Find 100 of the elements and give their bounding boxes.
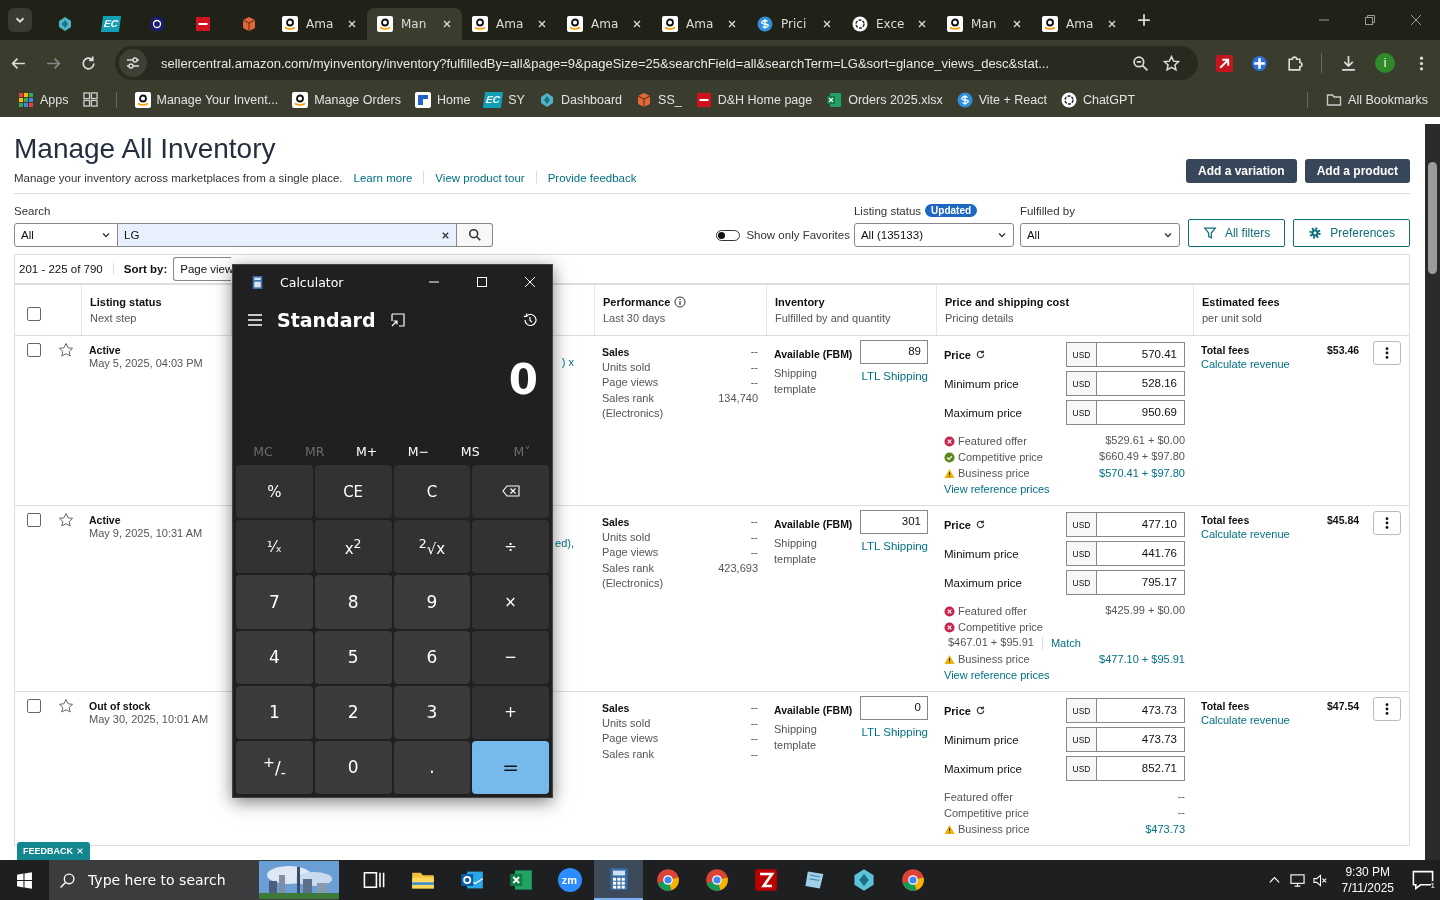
bookmark[interactable]: Orders 2025.xlsx — [826, 91, 943, 108]
browser-tab[interactable]: Ama — [462, 8, 557, 40]
bookmark[interactable]: Dashboard — [538, 91, 623, 108]
price-field[interactable]: 950.69 — [1097, 400, 1185, 425]
calculator-key[interactable]: 1 — [236, 685, 313, 739]
browser-tab[interactable]: Ama — [1032, 8, 1127, 40]
search-button[interactable] — [457, 223, 493, 247]
extensions-icon[interactable] — [1286, 54, 1304, 72]
bookmark[interactable]: Apps — [18, 91, 69, 108]
taskbar-app[interactable] — [594, 860, 643, 900]
price-field[interactable]: 473.73 — [1097, 698, 1185, 723]
price-field[interactable]: 852.71 — [1097, 756, 1185, 781]
start-icon[interactable] — [16, 871, 33, 889]
reference-prices-link[interactable]: View reference prices — [944, 667, 1185, 683]
reload-icon[interactable] — [80, 54, 97, 72]
product-link[interactable]: ) x — [561, 356, 574, 368]
calculator-key[interactable]: % — [236, 465, 313, 519]
bookmark[interactable]: EC SY — [484, 91, 525, 108]
taskbar-search-field[interactable]: Type here to search — [49, 860, 339, 900]
calculator-key[interactable]: $^{+}$/$_{-}$ — [236, 740, 313, 794]
calculator-key[interactable]: 5 — [314, 630, 392, 684]
row-menu-button[interactable] — [1373, 511, 1401, 535]
quantity-field[interactable]: 301 — [860, 510, 928, 534]
new-tab-icon[interactable] — [1137, 13, 1151, 27]
browser-tab[interactable]: Ama — [272, 8, 367, 40]
all-bookmarks-button[interactable]: All Bookmarks — [1326, 91, 1428, 108]
match-link[interactable]: Match — [1050, 635, 1081, 651]
calculator-key[interactable]: CE — [314, 465, 392, 519]
calculator-key[interactable]: 4 — [236, 630, 313, 684]
calculator-key[interactable]: 2 — [314, 685, 392, 739]
site-info-icon[interactable] — [119, 49, 147, 77]
row-checkbox[interactable] — [27, 343, 41, 357]
cross-circle-extension-icon[interactable] — [1251, 54, 1269, 72]
calculator-key[interactable]: . — [393, 740, 471, 794]
header-link[interactable]: View product tour — [435, 171, 525, 184]
listing-status-dropdown[interactable]: All (135133) — [853, 223, 1014, 247]
filter-button[interactable]: All filters — [1187, 219, 1286, 247]
scrollbar[interactable] — [1425, 124, 1440, 860]
calculator-key[interactable]: × — [472, 575, 549, 629]
browser-tab[interactable]: Prici — [747, 8, 842, 40]
network-icon[interactable] — [1289, 872, 1305, 888]
quantity-field[interactable]: 0 — [860, 696, 928, 720]
close-icon[interactable] — [1410, 14, 1422, 26]
history-icon[interactable] — [522, 312, 538, 328]
row-menu-button[interactable] — [1373, 697, 1401, 721]
search-scope-dropdown[interactable]: All — [14, 223, 118, 247]
star-icon[interactable] — [58, 512, 74, 528]
tab-groups-icon[interactable] — [82, 92, 98, 107]
calculate-revenue-link[interactable]: Calculate revenue — [1201, 358, 1317, 370]
shipping-link[interactable]: LTL Shipping — [861, 370, 928, 382]
header-button[interactable]: Add a variation — [1186, 159, 1297, 183]
menu-icon[interactable] — [247, 312, 263, 328]
browser-tab[interactable]: Man — [367, 8, 462, 40]
bookmark[interactable]: D&H Home page — [695, 91, 813, 108]
info-icon[interactable] — [674, 296, 687, 308]
calculator-key[interactable]: 8 — [314, 575, 392, 629]
memory-button[interactable]: M+ — [341, 441, 392, 461]
quantity-field[interactable]: 89 — [860, 340, 928, 364]
header-link[interactable]: Provide feedback — [547, 171, 637, 184]
browser-tab[interactable]: Exce — [842, 8, 937, 40]
shipping-link[interactable]: LTL Shipping — [861, 726, 928, 738]
memory-button[interactable]: MS — [445, 441, 496, 461]
keep-on-top-icon[interactable] — [389, 312, 406, 328]
muted-speaker-icon[interactable] — [1312, 872, 1328, 888]
bookmark[interactable]: Vite + React — [956, 91, 1047, 108]
refresh-icon[interactable] — [974, 519, 986, 530]
price-field[interactable]: 795.17 — [1097, 570, 1185, 595]
price-field[interactable]: 477.10 — [1097, 512, 1185, 537]
header-link[interactable]: Learn more — [353, 171, 413, 184]
notifications-button[interactable]: 1 — [1406, 868, 1440, 892]
calculator-key[interactable]: = — [472, 740, 549, 794]
calculator-key[interactable]: ¹⁄ₓ — [236, 520, 313, 574]
calculator-key[interactable]: 9 — [393, 575, 471, 629]
arrow-extension-icon[interactable] — [1216, 54, 1234, 72]
bookmark[interactable]: SS_ — [636, 91, 682, 108]
calculator-key[interactable]: $^{2}$√x — [393, 520, 471, 574]
calculator-key[interactable]: x$^{2}$ — [314, 520, 392, 574]
download-icon[interactable] — [1340, 54, 1358, 72]
calculator-key[interactable]: 7 — [236, 575, 313, 629]
calculate-revenue-link[interactable]: Calculate revenue — [1201, 528, 1317, 540]
refresh-icon[interactable] — [974, 349, 986, 360]
browser-tab[interactable]: Ama — [557, 8, 652, 40]
calculator-key[interactable]: ÷ — [472, 520, 549, 574]
star-icon[interactable] — [58, 698, 74, 714]
calculator-key[interactable]: 0 — [314, 740, 392, 794]
calculator-key[interactable]: + — [472, 685, 549, 739]
browser-tab[interactable]: Ama — [652, 8, 747, 40]
product-link[interactable]: ed), — [555, 537, 574, 549]
bookmark[interactable]: Manage Orders — [292, 91, 401, 108]
calculator-key[interactable]: − — [472, 630, 549, 684]
feedback-tab[interactable]: FEEDBACK — [17, 842, 90, 860]
bookmark[interactable]: Manage Your Invent... — [134, 91, 279, 108]
search-field[interactable]: LG — [118, 223, 457, 247]
maximize-icon[interactable] — [476, 276, 488, 288]
filter-button[interactable]: Preferences — [1293, 219, 1410, 247]
price-field[interactable]: 528.16 — [1097, 371, 1185, 396]
tab-search-button[interactable] — [8, 8, 32, 32]
calculate-revenue-link[interactable]: Calculate revenue — [1201, 714, 1317, 726]
price-field[interactable]: 570.41 — [1097, 342, 1185, 367]
calculator-key[interactable]: C — [393, 465, 471, 519]
